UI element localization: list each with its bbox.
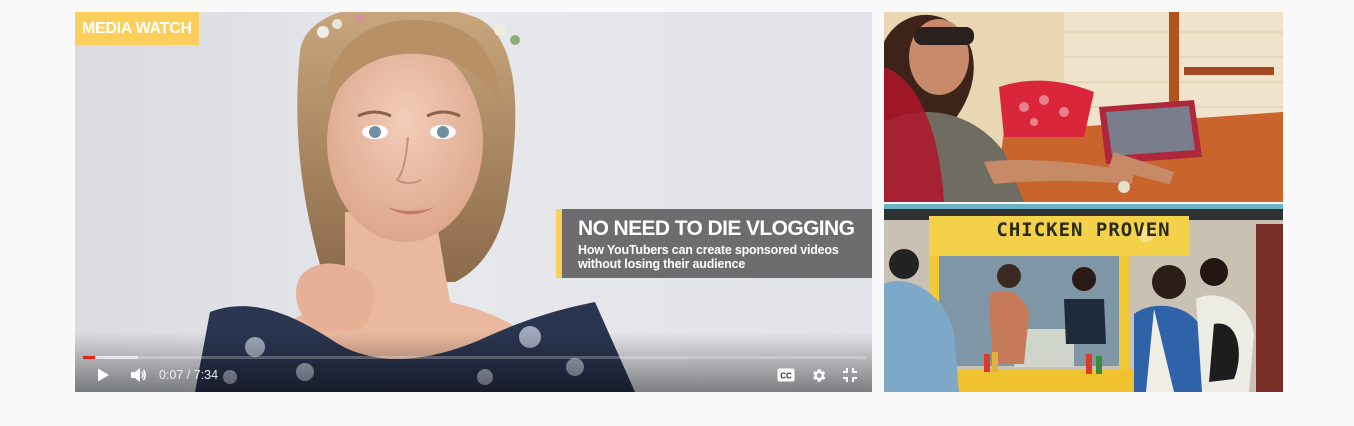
play-button[interactable] — [92, 364, 114, 386]
settings-button[interactable] — [806, 364, 830, 386]
video-player[interactable]: MEDIA WATCH NO NEED TO DIE VLOGGING How … — [75, 12, 872, 392]
captions-icon: CC — [777, 368, 795, 382]
progress-bar[interactable] — [83, 356, 866, 359]
lower-third-subtitle-2: without losing their audience — [578, 257, 746, 271]
media-watch-badge: MEDIA WATCH — [75, 12, 199, 45]
lower-third-title: NO NEED TO DIE VLOGGING — [578, 217, 855, 240]
svg-text:CC: CC — [780, 372, 792, 381]
lower-third-subtitle-1: How YouTubers can create sponsored video… — [578, 243, 839, 257]
thumbnail-image — [884, 12, 1283, 202]
thumbnail-food-stall[interactable]: CHICKEN PROVEN — [884, 204, 1283, 392]
time-display: 0:07 / 7:34 — [159, 368, 219, 382]
stall-sign-text: CHICKEN PROVEN — [996, 219, 1171, 241]
volume-icon — [131, 368, 147, 382]
captions-button[interactable]: CC — [774, 364, 798, 386]
mute-button[interactable] — [127, 364, 151, 386]
exit-fullscreen-icon — [843, 368, 857, 382]
play-icon — [98, 368, 109, 382]
thumbnail-woman-tablet[interactable] — [884, 12, 1283, 202]
lower-third-caption: NO NEED TO DIE VLOGGING How YouTubers ca… — [556, 209, 872, 278]
settings-gear-icon — [812, 368, 825, 382]
controls-gradient — [75, 332, 872, 392]
exit-fullscreen-button[interactable] — [838, 364, 862, 386]
progress-played — [83, 356, 95, 359]
